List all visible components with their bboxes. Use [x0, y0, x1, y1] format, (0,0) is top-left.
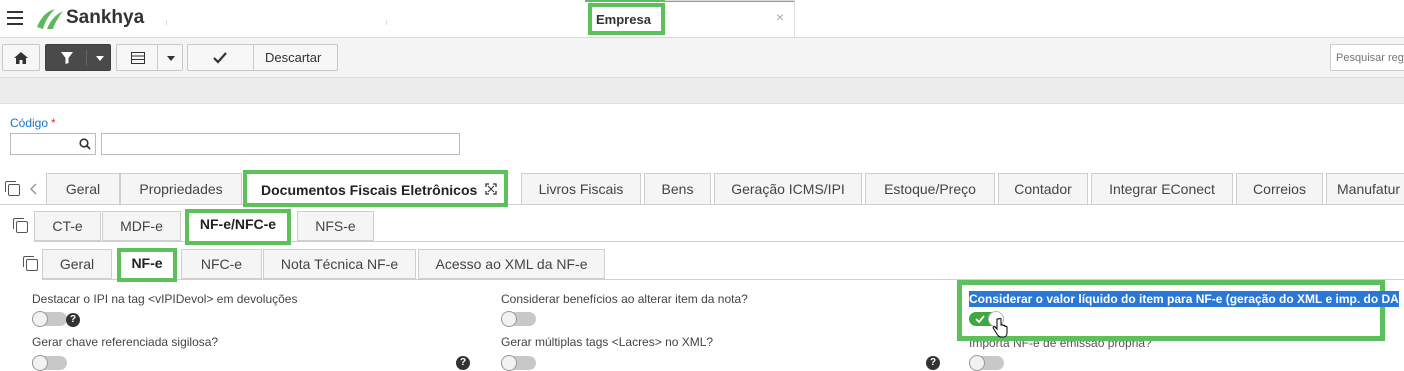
- tab-documentos-fiscais[interactable]: Documentos Fiscais Eletrônicos: [243, 170, 508, 207]
- tab-documentos-fiscais-label: Documentos Fiscais Eletrônicos: [261, 182, 478, 198]
- help-icon[interactable]: ?: [456, 356, 470, 370]
- check-icon: [213, 52, 227, 64]
- divider: [386, 20, 387, 25]
- tab-cte[interactable]: CT-e: [34, 211, 101, 241]
- discard-button[interactable]: Descartar: [265, 50, 321, 65]
- codigo-description-field: [101, 133, 460, 155]
- close-icon[interactable]: ×: [776, 9, 784, 25]
- considerar-valor-liquido-label: Considerar o valor líquido do item para …: [969, 291, 1399, 307]
- menu-icon[interactable]: [7, 11, 23, 25]
- tab-nfse[interactable]: NFS-e: [297, 211, 374, 241]
- top-bar: Sankhya Empresa ×: [0, 0, 1404, 38]
- considerar-beneficios-toggle[interactable]: [501, 311, 536, 327]
- subtab-nfe[interactable]: NF-e: [117, 248, 177, 282]
- tab-propriedades[interactable]: Propriedades: [120, 173, 242, 205]
- copy-icon[interactable]: [23, 256, 38, 271]
- check-icon: [975, 315, 985, 323]
- tab-geral[interactable]: Geral: [46, 173, 120, 205]
- tab-empresa-label: Empresa: [596, 12, 651, 27]
- gerar-chave-label: Gerar chave referenciada sigilosa?: [32, 335, 219, 349]
- toolbar: Descartar: [0, 38, 1404, 78]
- brand-name: Sankhya: [66, 7, 145, 28]
- help-icon[interactable]: ?: [66, 313, 80, 327]
- tab-correios[interactable]: Correios: [1236, 173, 1323, 205]
- filter-icon: [61, 52, 73, 64]
- sankhya-logo-icon: [37, 9, 63, 29]
- tab-geracao-icms-ipi[interactable]: Geração ICMS/IPI: [714, 173, 862, 205]
- search-input[interactable]: [1331, 45, 1404, 70]
- tab-mdfe[interactable]: MDF-e: [102, 211, 181, 241]
- home-button[interactable]: [2, 44, 40, 71]
- gerar-chave-toggle[interactable]: [32, 355, 67, 371]
- gerar-lacres-toggle[interactable]: [501, 355, 536, 371]
- considerar-beneficios-label: Considerar benefícios ao alterar item da…: [501, 292, 748, 306]
- tab-manufatura[interactable]: Manufatur: [1326, 173, 1404, 205]
- subtab-nota-tecnica[interactable]: Nota Técnica NF-e: [263, 249, 416, 279]
- home-icon: [14, 52, 28, 64]
- main-tab-bar: Geral Propriedades Documentos Fiscais El…: [0, 170, 1404, 207]
- search-icon[interactable]: [79, 138, 91, 150]
- filter-button[interactable]: [45, 44, 111, 71]
- destacar-ipi-toggle[interactable]: [32, 311, 67, 327]
- subtab-nfce[interactable]: NFC-e: [181, 249, 262, 279]
- grid-view-button[interactable]: [116, 44, 183, 71]
- secondary-bar: [0, 78, 1404, 104]
- table-icon: [131, 52, 145, 64]
- divider: [253, 45, 254, 70]
- tab-integrar-econect[interactable]: Integrar EConect: [1091, 173, 1233, 205]
- tab-empresa[interactable]: Empresa: [588, 3, 665, 35]
- highlight-frame: [957, 280, 1385, 341]
- help-icon[interactable]: ?: [926, 356, 940, 370]
- divider: [166, 20, 167, 25]
- copy-icon[interactable]: [13, 218, 28, 233]
- gerar-lacres-label: Gerar múltiplas tags <Lacres> no XML?: [501, 335, 714, 349]
- expand-icon[interactable]: [485, 183, 497, 195]
- save-discard-group: Descartar: [187, 44, 338, 71]
- divider: [86, 50, 87, 66]
- tab-livros-fiscais[interactable]: Livros Fiscais: [521, 173, 641, 205]
- tab-nfe-nfce[interactable]: NF-e/NFC-e: [185, 209, 291, 245]
- chevron-down-icon[interactable]: [167, 56, 175, 61]
- chevron-down-icon[interactable]: [96, 56, 104, 61]
- tab-contador[interactable]: Contador: [998, 173, 1088, 205]
- required-mark: *: [51, 116, 56, 130]
- codigo-label: Código *: [10, 116, 56, 130]
- hand-cursor-icon: [992, 318, 1008, 338]
- search-field[interactable]: [1330, 44, 1404, 71]
- destacar-ipi-label: Destacar o IPI na tag <vIPIDevol> em dev…: [32, 292, 298, 306]
- codigo-input[interactable]: [10, 133, 96, 155]
- tab-bens[interactable]: Bens: [644, 173, 711, 205]
- subtab-acesso-xml[interactable]: Acesso ao XML da NF-e: [418, 249, 605, 279]
- codigo-label-text: Código: [10, 116, 49, 130]
- importa-nfe-toggle[interactable]: [969, 355, 1004, 371]
- divider: [157, 45, 158, 70]
- subtab-geral[interactable]: Geral: [42, 249, 112, 279]
- confirm-button[interactable]: [188, 45, 253, 70]
- tab-estoque-preco[interactable]: Estoque/Preço: [865, 173, 995, 205]
